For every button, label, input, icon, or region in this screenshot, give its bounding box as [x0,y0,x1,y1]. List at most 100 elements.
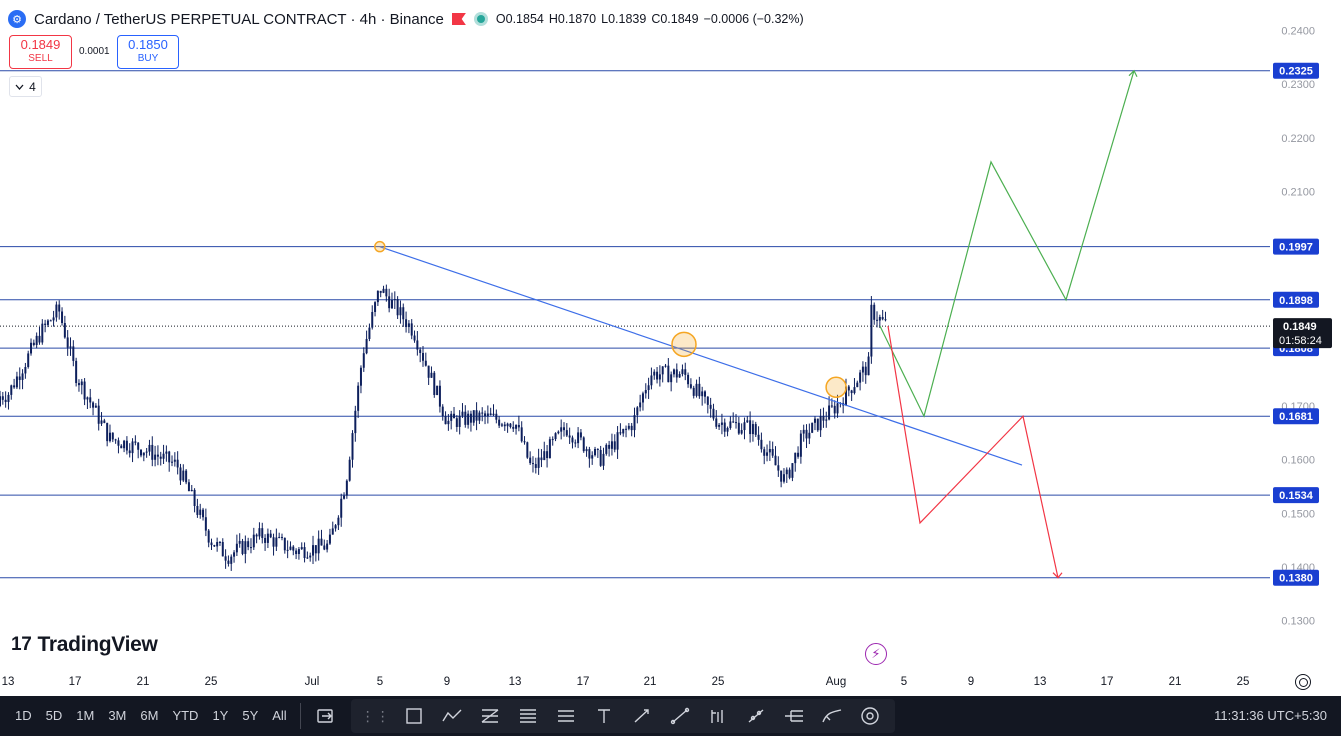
candle-body [140,449,142,456]
fib-extension-icon[interactable] [509,699,547,733]
price-tick-label: 0.2300 [1281,79,1315,91]
candle-body [156,454,159,457]
period-1d[interactable]: 1D [8,696,39,736]
rectangle-tool-icon[interactable] [395,699,433,733]
candle-body [371,311,374,328]
candle-body [18,376,21,380]
bolt-icon[interactable]: ⚡ [865,643,887,665]
candle-body [348,459,351,481]
candle-body [66,337,69,348]
sell-button[interactable]: 0.1849 SELL [9,35,72,69]
period-ytd[interactable]: YTD [165,696,205,736]
candle-body [797,452,800,457]
touch-marker[interactable] [671,331,697,358]
candle-body [706,396,709,405]
long-position-icon[interactable] [699,699,737,733]
candle-body [7,394,10,403]
candle-body [58,304,61,312]
candle-body [235,543,238,553]
candle-body [306,557,309,559]
touch-marker[interactable] [374,240,386,253]
candle-body [500,424,503,426]
candle-body [458,415,461,427]
flag-icon[interactable] [451,13,466,25]
candle-body [376,290,379,303]
candle-body [264,537,267,543]
candle-body [303,547,306,558]
curve-tool-icon[interactable] [813,699,851,733]
candle-body [780,470,783,482]
touch-marker[interactable] [825,376,847,398]
candle-body [128,450,131,454]
candle-body [100,420,103,424]
candle-body [213,545,216,547]
ohlc-values: O0.1854 H0.1870 L0.1839 C0.1849 −0.0006 … [496,12,804,26]
candle-body [622,428,625,434]
ray-tool-icon[interactable] [737,699,775,733]
candle-body [185,470,188,483]
candle-body [811,422,814,433]
candle-body [55,304,58,318]
status-dot-icon [473,12,488,26]
indicators-toggle[interactable]: 4 [9,76,42,97]
period-5d[interactable]: 5D [39,696,70,736]
path-tool-icon[interactable] [433,699,471,733]
candle-body [393,299,396,301]
candle-body [331,528,334,535]
candle-body [436,385,439,395]
sell-label: SELL [28,53,53,64]
drag-handle-icon[interactable]: ⋮⋮ [357,708,395,725]
price-tick-label: 0.1500 [1281,508,1315,520]
candle-body [69,346,72,348]
axis-settings-icon[interactable] [1295,674,1311,690]
indicators-count: 4 [29,79,36,94]
price-axis[interactable]: 0.24000.23000.22000.21000.19000.17000.16… [1270,0,1341,696]
period-1m[interactable]: 1M [69,696,101,736]
utc-clock[interactable]: 11:31:36 UTC+5:30 [1214,696,1327,736]
cycle-tool-icon[interactable] [851,699,889,733]
candle-body [664,365,667,367]
candle-body [281,536,283,538]
level-price-label: 0.1380 [1279,573,1313,585]
candle-body [602,453,605,466]
candle-body [560,427,563,432]
candle-body [472,410,475,423]
trend-line-icon[interactable] [661,699,699,733]
level-price-label: 0.1534 [1279,490,1314,502]
parallel-channel-icon[interactable] [547,699,585,733]
compare-icon[interactable] [307,699,345,733]
symbol-title[interactable]: Cardano / TetherUS PERPETUAL CONTRACT · … [34,11,444,28]
brush-tool-icon[interactable] [623,699,661,733]
tradingview-logo[interactable]: 17 TradingView [11,633,158,657]
period-all[interactable]: All [265,696,293,736]
time-tick-label: 9 [968,676,974,688]
period-5y[interactable]: 5Y [235,696,265,736]
candle-body [636,407,639,416]
pitchfork-icon[interactable] [775,699,813,733]
candle-body [430,372,433,378]
period-3m[interactable]: 3M [101,696,133,736]
time-tick-label: 13 [2,676,15,688]
candle-body [162,453,165,459]
candle-body [368,327,371,339]
candle-body [709,404,712,409]
candle-body [249,547,252,549]
ohlc-high: H0.1870 [548,12,597,26]
candle-body [199,509,202,515]
buy-button[interactable]: 0.1850 BUY [117,35,179,69]
candle-body [365,338,368,354]
text-tool-icon[interactable] [585,699,623,733]
candle-body [529,457,532,464]
fib-retracement-icon[interactable] [471,699,509,733]
period-1y[interactable]: 1Y [205,696,235,736]
candle-body [86,397,89,400]
candle-body [278,536,281,538]
candle-body [825,419,828,421]
candle-body [726,427,729,432]
period-6m[interactable]: 6M [133,696,165,736]
price-chart[interactable]: 0.24000.23000.22000.21000.19000.17000.16… [0,0,1341,696]
candle-body [137,442,140,450]
candle-body [554,433,557,440]
candle-body [794,452,797,464]
candle-body [247,541,250,548]
